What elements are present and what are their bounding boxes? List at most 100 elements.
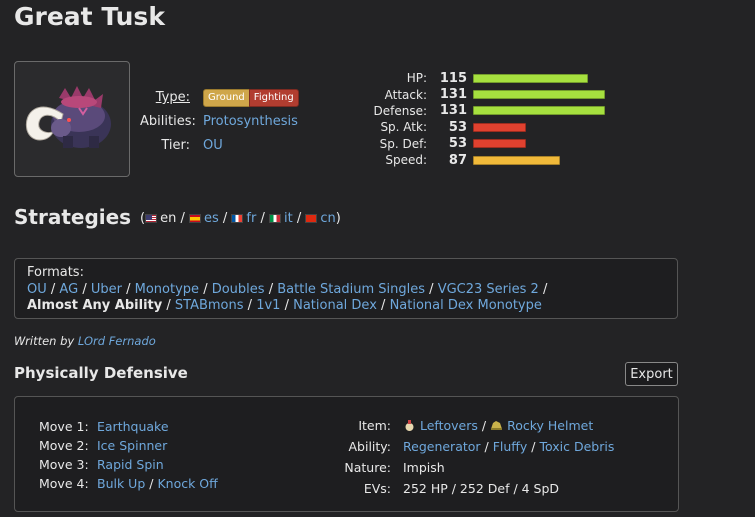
moveset-box: Move 1: Earthquake Move 2: Ice Spinner M… xyxy=(14,396,679,512)
move-label: Move 2: xyxy=(39,438,89,453)
type-label: Type: xyxy=(155,90,190,105)
formats-line-2: Almost Any Ability / STABmons / 1v1 / Na… xyxy=(27,298,542,313)
stat-bar xyxy=(473,90,605,100)
ability-row: Ability: Regenerator / Fluffy / Toxic De… xyxy=(325,436,614,457)
written-by-label: Written by xyxy=(14,334,75,348)
type-badges: Ground Fighting xyxy=(203,86,299,110)
type-badge-ground[interactable]: Ground xyxy=(203,88,250,107)
format-link-doubles[interactable]: Doubles xyxy=(212,282,265,297)
abilities-label: Abilities: xyxy=(140,114,196,129)
rocky-helmet-icon xyxy=(491,421,503,430)
move-link-ice-spinner[interactable]: Ice Spinner xyxy=(97,438,167,453)
set-details: Item: Leftovers / Rocky Helmet Ability: … xyxy=(325,415,614,499)
strategies-heading: Strategies xyxy=(14,205,132,229)
export-button[interactable]: Export xyxy=(625,362,678,386)
author-link[interactable]: LOrd Fernado xyxy=(78,334,156,348)
formats-box: Formats: OU / AG / Uber / Monotype / Dou… xyxy=(14,258,678,319)
format-current-aaa: Almost Any Ability xyxy=(27,298,163,313)
move-link-bulk-up[interactable]: Bulk Up xyxy=(97,476,145,491)
move-link-earthquake[interactable]: Earthquake xyxy=(97,419,169,434)
ability-link-regenerator[interactable]: Regenerator xyxy=(403,439,481,454)
stat-value: 115 xyxy=(439,70,467,86)
move-row: Move 2: Ice Spinner xyxy=(39,436,218,455)
moves-list: Move 1: Earthquake Move 2: Ice Spinner M… xyxy=(39,417,218,493)
stat-label: Defense: xyxy=(373,103,427,118)
lang-cn-link[interactable]: cn xyxy=(320,211,335,226)
formats-label: Formats: xyxy=(27,265,84,280)
evs-value: 252 HP / 252 Def / 4 SpD xyxy=(403,481,560,496)
move-link-rapid-spin[interactable]: Rapid Spin xyxy=(97,457,164,472)
evs-row: EVs: 252 HP / 252 Def / 4 SpD xyxy=(325,478,614,499)
ability-label: Ability: xyxy=(348,439,391,454)
ability-link-fluffy[interactable]: Fluffy xyxy=(493,439,528,454)
stat-row-attack: Attack: 131 xyxy=(360,86,613,102)
china-flag-icon xyxy=(305,214,318,223)
spain-flag-icon xyxy=(188,214,201,223)
format-link-stabmons[interactable]: STABmons xyxy=(175,298,244,313)
item-link-rocky-helmet[interactable]: Rocky Helmet xyxy=(507,418,593,433)
format-link-vgc23[interactable]: VGC23 Series 2 xyxy=(438,282,539,297)
stat-value: 131 xyxy=(439,103,467,119)
stat-row-hp: HP: 115 xyxy=(360,70,613,86)
tier-label: Tier: xyxy=(161,138,190,153)
stat-label: Attack: xyxy=(384,87,427,102)
stat-row-defense: Defense: 131 xyxy=(360,103,613,119)
stat-value: 53 xyxy=(448,119,467,135)
format-link-national-dex-monotype[interactable]: National Dex Monotype xyxy=(390,298,542,313)
ability-link[interactable]: Protosynthesis xyxy=(203,114,298,129)
type-badge-fighting[interactable]: Fighting xyxy=(248,88,299,107)
lang-it-link[interactable]: it xyxy=(284,211,293,226)
format-link-monotype[interactable]: Monotype xyxy=(135,282,199,297)
base-stats: HP: 115 Attack: 131 Defense: 131 Sp. Atk… xyxy=(360,70,613,168)
stat-row-speed: Speed: 87 xyxy=(360,152,613,168)
stat-row-sp-def: Sp. Def: 53 xyxy=(360,136,613,152)
stat-bar xyxy=(473,106,605,116)
format-link-uber[interactable]: Uber xyxy=(91,282,122,297)
move-link-knock-off[interactable]: Knock Off xyxy=(157,476,217,491)
move-label: Move 3: xyxy=(39,457,89,472)
set-name: Physically Defensive xyxy=(14,364,188,382)
leftovers-icon xyxy=(405,420,414,431)
stat-bar xyxy=(473,122,527,132)
stat-value: 131 xyxy=(439,87,467,103)
format-link-national-dex[interactable]: National Dex xyxy=(293,298,377,313)
france-flag-icon xyxy=(231,214,244,223)
pokemon-name: Great Tusk xyxy=(14,2,165,31)
stat-value: 87 xyxy=(448,152,467,168)
move-label: Move 4: xyxy=(39,476,89,491)
stat-label: Speed: xyxy=(385,153,427,168)
item-label: Item: xyxy=(358,418,391,433)
great-tusk-sprite-icon xyxy=(25,86,111,148)
us-flag-icon xyxy=(145,214,158,223)
stat-label: Sp. Atk: xyxy=(380,120,427,135)
move-row: Move 3: Rapid Spin xyxy=(39,455,218,474)
pokemon-sprite xyxy=(14,61,130,177)
stat-row-sp-atk: Sp. Atk: 53 xyxy=(360,119,613,135)
stat-bar xyxy=(473,139,527,149)
ability-link-toxic-debris[interactable]: Toxic Debris xyxy=(540,439,615,454)
stat-bar xyxy=(473,73,588,83)
move-label: Move 1: xyxy=(39,419,89,434)
item-link-leftovers[interactable]: Leftovers xyxy=(420,418,478,433)
evs-label: EVs: xyxy=(363,481,391,496)
italy-flag-icon xyxy=(269,214,281,223)
lang-fr-link[interactable]: fr xyxy=(246,211,256,226)
lang-es-link[interactable]: es xyxy=(204,211,219,226)
nature-value: Impish xyxy=(403,460,445,475)
format-link-bss[interactable]: Battle Stadium Singles xyxy=(277,282,425,297)
language-selector: (en / es / fr / it / cn) xyxy=(140,211,341,226)
stat-value: 53 xyxy=(448,136,467,152)
item-row: Item: Leftovers / Rocky Helmet xyxy=(325,415,614,436)
stat-bar xyxy=(473,155,560,165)
nature-label: Nature: xyxy=(344,460,391,475)
formats-line-1: OU / AG / Uber / Monotype / Doubles / Ba… xyxy=(27,281,548,297)
format-link-ag[interactable]: AG xyxy=(59,282,78,297)
format-link-1v1[interactable]: 1v1 xyxy=(256,298,280,313)
format-link-ou[interactable]: OU xyxy=(27,282,47,297)
stat-label: HP: xyxy=(406,71,427,86)
stat-label: Sp. Def: xyxy=(379,136,427,151)
nature-row: Nature: Impish xyxy=(325,457,614,478)
move-row: Move 4: Bulk Up / Knock Off xyxy=(39,476,218,491)
tier-link[interactable]: OU xyxy=(203,138,223,153)
move-row: Move 1: Earthquake xyxy=(39,417,218,436)
